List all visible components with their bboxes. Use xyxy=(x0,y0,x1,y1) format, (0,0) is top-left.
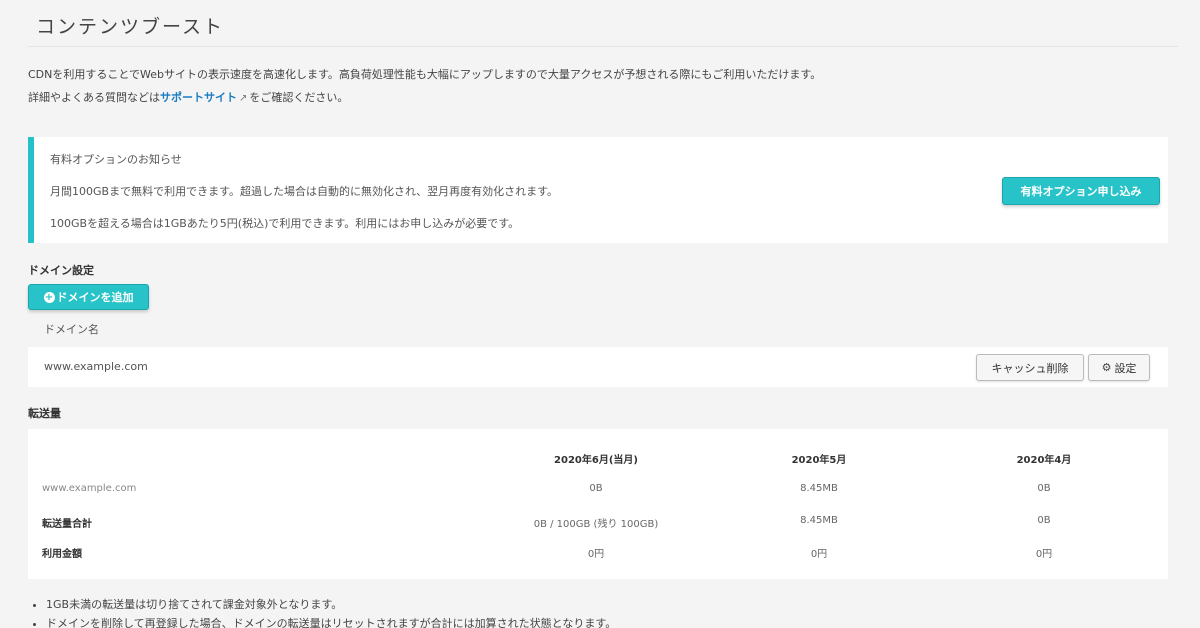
paid-option-apply-button[interactable]: 有料オプション申し込み xyxy=(1002,177,1160,205)
notice-line-1: 月間100GBまで無料で利用できます。超過した場合は自動的に無効化され、翌月再度… xyxy=(50,185,558,198)
external-link-icon: ↗ xyxy=(239,93,248,104)
notes-list: 1GB未満の転送量は切り捨てされて課金対象外となります。 ドメインを削除して再登… xyxy=(46,596,616,628)
paid-option-notice: 有料オプションのお知らせ 月間100GBまで無料で利用できます。超過した場合は自… xyxy=(28,137,1168,243)
column-header-two-months-ago: 2020年4月 xyxy=(1016,455,1072,466)
table-cell: 0B xyxy=(1037,483,1051,494)
domain-column-header: ドメイン名 xyxy=(44,323,99,336)
plus-circle-icon: + xyxy=(43,291,55,303)
add-domain-label: ドメインを追加 xyxy=(56,291,134,304)
row-label-cost: 利用金額 xyxy=(42,549,82,560)
gear-icon: ⚙ xyxy=(1101,361,1112,374)
table-cell: 0B xyxy=(1037,515,1051,526)
domain-settings-button[interactable]: ⚙ 設定 xyxy=(1088,354,1150,381)
add-domain-button[interactable]: + ドメインを追加 xyxy=(28,284,149,310)
support-site-link[interactable]: サポートサイト xyxy=(160,91,237,104)
column-header-current-month: 2020年6月(当月) xyxy=(554,455,638,466)
title-divider xyxy=(28,46,1178,47)
table-cell: 8.45MB xyxy=(800,483,838,494)
table-cell: 0B xyxy=(589,483,603,494)
note-item: 1GB未満の転送量は切り捨てされて課金対象外となります。 xyxy=(46,596,616,615)
notice-line-2: 100GBを超える場合は1GBあたり5円(税込)で利用できます。利用にはお申し込… xyxy=(50,217,520,230)
table-cell: 0円 xyxy=(1035,549,1053,560)
support-text-suffix: をご確認ください。 xyxy=(249,91,349,104)
row-label-total: 転送量合計 xyxy=(42,519,92,530)
page-description: CDNを利用することでWebサイトの表示速度を高速化します。高負荷処理性能も大幅… xyxy=(28,68,822,81)
table-cell: 0円 xyxy=(810,549,828,560)
domain-row: www.example.com キャッシュ削除 ⚙ 設定 xyxy=(28,347,1168,387)
row-label-domain: www.example.com xyxy=(42,483,137,494)
table-cell: 0B / 100GB (残り 100GB) xyxy=(533,519,659,530)
table-cell: 8.45MB xyxy=(800,515,838,526)
note-item: ドメインを削除して再登録した場合、ドメインの転送量はリセットされますが合計には加… xyxy=(46,615,616,628)
table-cell: 0円 xyxy=(587,549,605,560)
transfer-heading: 転送量 xyxy=(28,407,61,420)
support-text-prefix: 詳細やよくある質問などは xyxy=(28,91,160,104)
column-header-last-month: 2020年5月 xyxy=(791,455,847,466)
clear-cache-button[interactable]: キャッシュ削除 xyxy=(976,354,1084,381)
notice-title: 有料オプションのお知らせ xyxy=(50,153,182,166)
settings-button-label: 設定 xyxy=(1114,361,1137,375)
transfer-table: 2020年6月(当月) 2020年5月 2020年4月 www.example.… xyxy=(28,429,1168,579)
page-title: コンテンツブースト xyxy=(36,16,225,38)
domain-settings-heading: ドメイン設定 xyxy=(28,264,94,277)
support-text: 詳細やよくある質問などはサポートサイト ↗ をご確認ください。 xyxy=(28,89,348,105)
domain-name: www.example.com xyxy=(44,360,148,373)
